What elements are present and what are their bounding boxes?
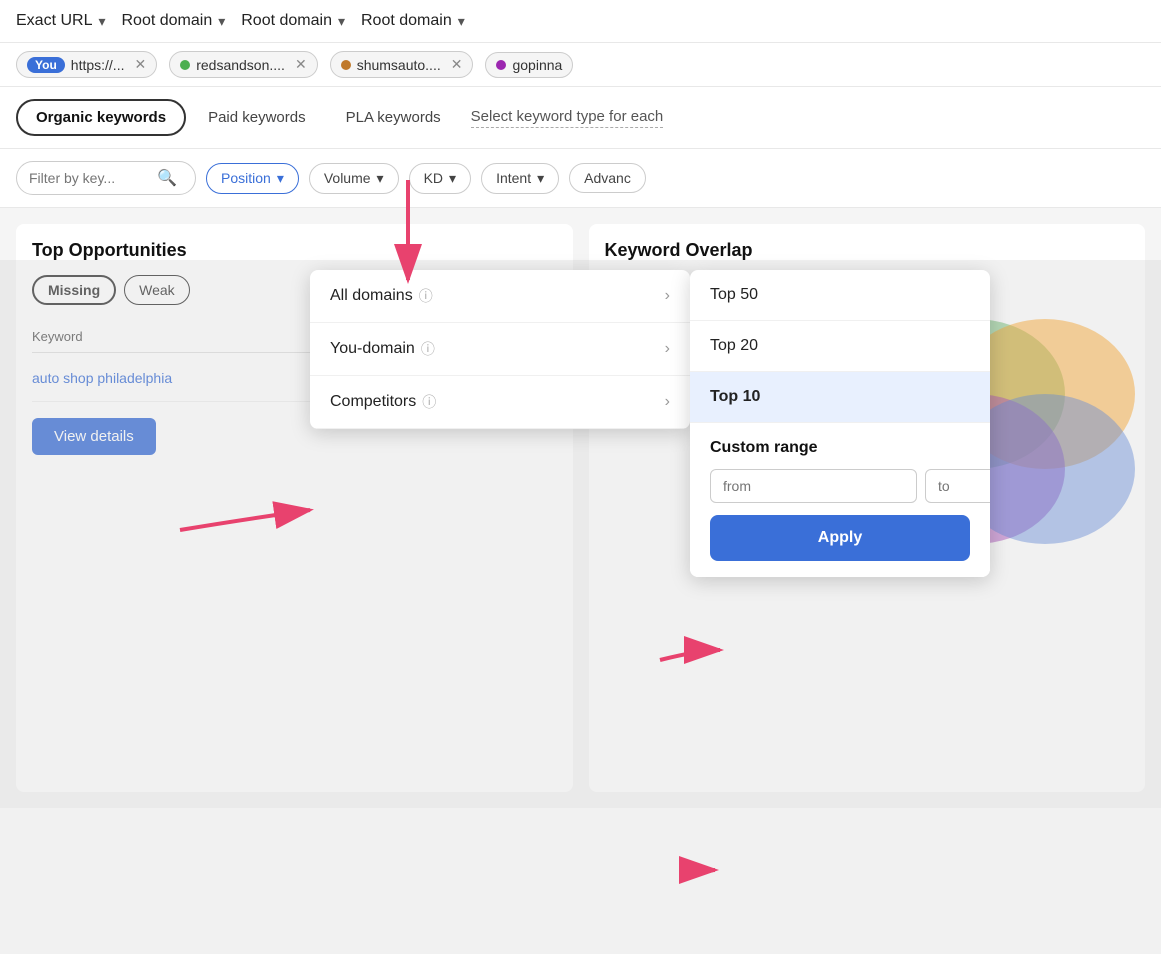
chip-gopinna-url: gopinna: [512, 57, 562, 73]
you-domain-info-icon: ⓘ: [421, 339, 435, 359]
advanced-filter-button[interactable]: Advanc: [569, 163, 646, 193]
kd-chevron-icon: ▾: [449, 170, 456, 187]
exact-url-dropdown[interactable]: Exact URL ▾: [16, 12, 106, 30]
position-dropdown: All domains ⓘ › You-domain ⓘ › Competito…: [310, 270, 690, 429]
custom-range-inputs: [710, 469, 970, 503]
root-domain-chevron-1: ▾: [218, 13, 225, 30]
you-domain-chevron-icon: ›: [665, 340, 670, 358]
root-domain-dropdown-1[interactable]: Root domain ▾: [122, 12, 226, 30]
apply-button[interactable]: Apply: [710, 515, 970, 561]
competitors-chevron-icon: ›: [665, 393, 670, 411]
position-chevron-icon: ▾: [277, 170, 284, 187]
chip-shums-close[interactable]: ✕: [451, 56, 463, 73]
all-domains-label: All domains: [330, 287, 413, 305]
root-domain-chevron-3: ▾: [458, 13, 465, 30]
missing-chip[interactable]: Missing: [32, 275, 116, 305]
tab-pla-keywords[interactable]: PLA keywords: [328, 101, 459, 134]
you-domain-label: You-domain: [330, 340, 415, 358]
all-domains-item[interactable]: All domains ⓘ ›: [310, 270, 690, 323]
position-filter-button[interactable]: Position ▾: [206, 163, 299, 194]
you-badge: You: [27, 57, 65, 73]
view-details-button[interactable]: View details: [32, 418, 156, 455]
intent-filter-button[interactable]: Intent ▾: [481, 163, 559, 194]
keyword-overlap-title: Keyword Overlap: [605, 240, 1130, 261]
from-input[interactable]: [710, 469, 917, 503]
you-domain-item[interactable]: You-domain ⓘ ›: [310, 323, 690, 376]
shums-dot: [341, 60, 351, 70]
custom-range-label: Custom range: [710, 439, 970, 457]
chip-redsands-close[interactable]: ✕: [295, 56, 307, 73]
exact-url-chevron: ▾: [98, 13, 105, 30]
root-domain-label-1: Root domain: [122, 12, 213, 30]
kd-filter-label: KD: [424, 170, 443, 186]
main-container: Exact URL ▾ Root domain ▾ Root domain ▾ …: [0, 0, 1161, 954]
root-domain-label-3: Root domain: [361, 12, 452, 30]
position-filter-label: Position: [221, 170, 271, 186]
chip-redsands-url: redsandson....: [196, 57, 285, 73]
top-10-item[interactable]: Top 10: [690, 372, 990, 423]
weak-chip[interactable]: Weak: [124, 275, 190, 305]
intent-chevron-icon: ▾: [537, 170, 544, 187]
competitors-label: Competitors: [330, 393, 416, 411]
all-domains-chevron-icon: ›: [665, 287, 670, 305]
top-20-item[interactable]: Top 20: [690, 321, 990, 372]
redsands-dot: [180, 60, 190, 70]
root-domain-chevron-2: ▾: [338, 13, 345, 30]
tab-paid-keywords[interactable]: Paid keywords: [190, 101, 324, 134]
gopinna-dot: [496, 60, 506, 70]
url-bar-row: Exact URL ▾ Root domain ▾ Root domain ▾ …: [0, 0, 1161, 43]
root-domain-label-2: Root domain: [241, 12, 332, 30]
exact-url-label: Exact URL: [16, 12, 92, 30]
chip-redsands[interactable]: redsandson.... ✕: [169, 51, 317, 78]
volume-filter-button[interactable]: Volume ▾: [309, 163, 399, 194]
top-50-item[interactable]: Top 50: [690, 270, 990, 321]
search-input[interactable]: [29, 170, 149, 186]
competitors-item[interactable]: Competitors ⓘ ›: [310, 376, 690, 429]
filter-search-container[interactable]: 🔍: [16, 161, 196, 195]
volume-chevron-icon: ▾: [377, 170, 384, 187]
chip-gopinna[interactable]: gopinna: [485, 52, 573, 78]
intent-filter-label: Intent: [496, 170, 531, 186]
all-domains-info-icon: ⓘ: [419, 286, 433, 306]
chip-shums-url: shumsauto....: [357, 57, 441, 73]
kd-filter-button[interactable]: KD ▾: [409, 163, 471, 194]
volume-filter-label: Volume: [324, 170, 371, 186]
top-opportunities-title: Top Opportunities: [32, 240, 557, 261]
url-chip-row: You https://... ✕ redsandson.... ✕ shums…: [0, 43, 1161, 87]
chip-you-url: https://...: [71, 57, 125, 73]
filter-row: 🔍 Position ▾ Volume ▾ KD ▾ Intent ▾ Adva…: [0, 149, 1161, 208]
tab-organic-keywords[interactable]: Organic keywords: [16, 99, 186, 136]
select-keyword-type[interactable]: Select keyword type for each: [471, 108, 664, 128]
keyword-tabs: Organic keywords Paid keywords PLA keywo…: [0, 87, 1161, 149]
search-icon: 🔍: [157, 168, 177, 188]
chip-you-close[interactable]: ✕: [134, 56, 146, 73]
custom-range-section: Custom range Apply: [690, 423, 990, 577]
chip-you[interactable]: You https://... ✕: [16, 51, 157, 78]
competitors-info-icon: ⓘ: [422, 392, 436, 412]
advanced-filter-label: Advanc: [584, 170, 631, 186]
root-domain-dropdown-2[interactable]: Root domain ▾: [241, 12, 345, 30]
to-input[interactable]: [925, 469, 990, 503]
chip-shums[interactable]: shumsauto.... ✕: [330, 51, 474, 78]
root-domain-dropdown-3[interactable]: Root domain ▾: [361, 12, 465, 30]
sub-dropdown: Top 50 Top 20 Top 10 Custom range Apply: [690, 270, 990, 577]
